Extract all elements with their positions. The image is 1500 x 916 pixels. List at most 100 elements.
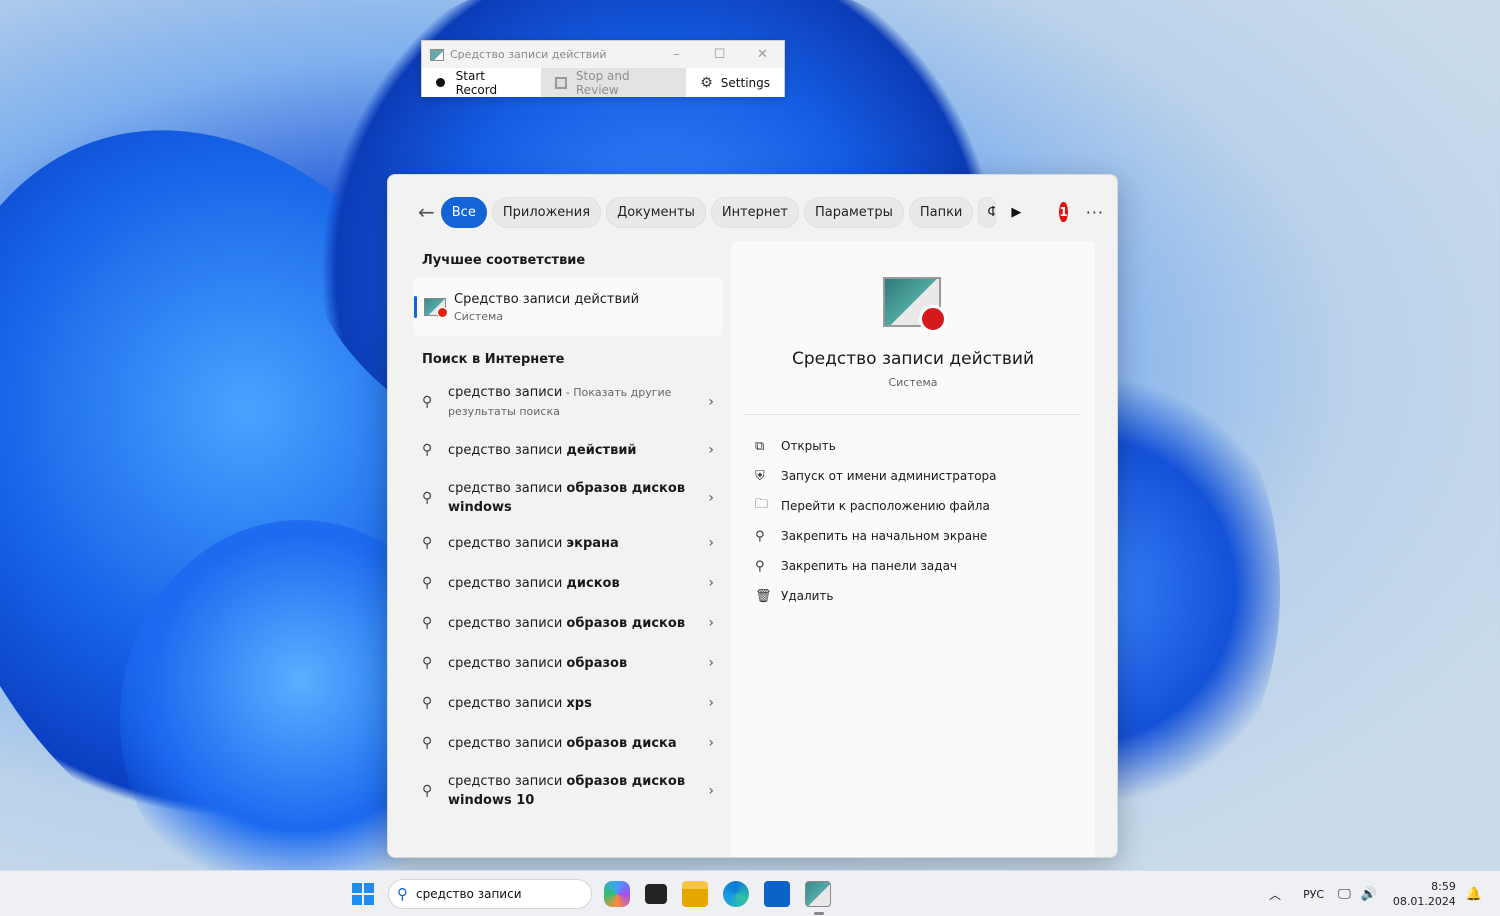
action-label: Открыть (781, 439, 836, 453)
filter-folders[interactable]: Папки (908, 196, 974, 228)
taskbar: ⚲ ︿ РУС 🖵 🔊 8:59 08.01.2024 🔔 (0, 870, 1500, 916)
search-icon: ⚲ (422, 783, 433, 799)
action-label: Закрепить на начальном экране (781, 529, 988, 543)
record-icon (436, 78, 445, 87)
chevron-right-icon: › (708, 735, 714, 751)
action-pin-start[interactable]: ⚲ Закрепить на начальном экране (755, 521, 997, 551)
minimize-button[interactable]: – (655, 47, 698, 62)
result-bold: образов дисков (566, 615, 686, 631)
filter-all[interactable]: Все (440, 196, 487, 228)
steps-recorder-taskbar-icon[interactable] (805, 881, 831, 915)
stop-review-button[interactable]: Stop and Review (541, 68, 687, 97)
action-run-as-admin[interactable]: ⛨ Запуск от имени администратора (755, 461, 997, 491)
stop-review-label: Stop and Review (575, 68, 630, 97)
result-prefix: средство записи (448, 774, 567, 789)
list-item[interactable]: ⚲ средство записи образов дисков windows… (414, 763, 722, 819)
trash-icon: 🗑 (755, 588, 772, 604)
list-item[interactable]: ⚲ средство записи дисков › (414, 563, 722, 603)
filter-settings[interactable]: Параметры (803, 196, 904, 228)
pinned-apps (604, 881, 846, 915)
result-prefix: средство записи (448, 385, 563, 400)
action-open[interactable]: ⧉ Открыть (755, 431, 997, 461)
scroll-right-icon[interactable]: ▶ (1011, 205, 1021, 220)
search-input[interactable] (416, 887, 566, 901)
list-item[interactable]: ⚲ средство записи xps › (414, 683, 722, 723)
file-explorer-icon[interactable] (682, 881, 708, 907)
start-button[interactable] (352, 883, 374, 905)
filter-documents[interactable]: Документы (606, 196, 706, 228)
recorder-app-icon (430, 48, 444, 61)
action-label: Перейти к расположению файла (781, 499, 990, 513)
network-icon[interactable]: 🖵 (1338, 887, 1351, 902)
filter-bar: ← Все Приложения Документы Интернет Пара… (418, 196, 1103, 228)
search-icon: ⚲ (397, 885, 408, 903)
maximize-button[interactable]: ☐ (698, 47, 741, 62)
store-icon[interactable] (764, 881, 790, 907)
copilot-icon[interactable] (604, 881, 630, 907)
result-prefix: средство записи (448, 481, 567, 496)
clock[interactable]: 8:59 08.01.2024 (1393, 879, 1456, 909)
notification-bell-icon[interactable]: 🔔 (1466, 887, 1482, 902)
taskbar-search[interactable]: ⚲ (388, 879, 592, 909)
edge-icon[interactable] (723, 881, 749, 907)
chevron-right-icon: › (708, 783, 714, 799)
settings-button[interactable]: ⚙ Settings (686, 68, 784, 97)
shield-icon: ⛨ (755, 468, 765, 484)
list-item[interactable]: ⚲ средство записи образов диска › (414, 723, 722, 763)
back-arrow-icon[interactable]: ← (418, 200, 435, 224)
close-button[interactable]: ✕ (741, 47, 784, 62)
chevron-right-icon: › (708, 490, 714, 506)
result-prefix: средство записи (448, 695, 567, 711)
recorder-titlebar[interactable]: Средство записи действий – ☐ ✕ (422, 41, 784, 68)
list-item[interactable]: ⚲ средство записи экрана › (414, 523, 722, 563)
terminal-icon[interactable] (645, 884, 667, 904)
search-icon: ⚲ (422, 655, 433, 671)
windows-logo-tile (352, 883, 362, 893)
result-prefix: средство записи (448, 735, 567, 751)
language-indicator[interactable]: РУС (1303, 888, 1324, 901)
chevron-right-icon: › (708, 535, 714, 551)
date: 08.01.2024 (1392, 895, 1456, 908)
result-bold: образов (566, 655, 628, 671)
list-item[interactable]: ⚲ средство записи образов дисков windows… (414, 473, 722, 523)
result-prefix: средство записи (448, 442, 567, 458)
windows-logo-tile (364, 883, 374, 893)
start-record-label: Start Record (455, 68, 498, 97)
filter-apps[interactable]: Приложения (491, 196, 602, 228)
search-panel: ← Все Приложения Документы Интернет Пара… (387, 174, 1118, 858)
open-icon: ⧉ (755, 438, 765, 454)
chevron-right-icon: › (708, 695, 714, 711)
web-search-heading: Поиск в Интернете (422, 352, 565, 367)
list-item[interactable]: ⚲ средство записи образов дисков › (414, 603, 722, 643)
result-bold: дисков (566, 575, 620, 591)
search-icon: ⚲ (422, 575, 433, 591)
action-uninstall[interactable]: 🗑 Удалить (755, 581, 997, 611)
list-item[interactable]: ⚲ средство записи действий › (414, 427, 722, 473)
filter-web[interactable]: Интернет (710, 196, 799, 228)
action-label: Удалить (781, 589, 834, 603)
filter-more-cut[interactable]: Ф (978, 196, 997, 228)
steps-recorder-large-icon (883, 277, 947, 333)
search-icon: ⚲ (422, 695, 433, 711)
best-match-item[interactable]: Средство записи действий Система (414, 278, 722, 336)
system-tray: ︿ РУС 🖵 🔊 8:59 08.01.2024 🔔 (1269, 871, 1482, 916)
action-open-file-location[interactable]: 🗀 Перейти к расположению файла (755, 491, 997, 521)
list-item[interactable]: ⚲ средство записи образов › (414, 643, 722, 683)
chevron-right-icon: › (708, 575, 714, 591)
time: 8:59 (1431, 880, 1456, 893)
list-item[interactable]: ⚲ средство записи - Показать другие резу… (414, 377, 722, 427)
more-options-icon[interactable]: ··· (1086, 203, 1104, 222)
folder-icon: 🗀 (755, 497, 769, 512)
chevron-up-icon[interactable]: ︿ (1269, 886, 1281, 903)
pin-icon: ⚲ (755, 528, 765, 544)
result-prefix: средство записи (448, 535, 567, 551)
action-pin-taskbar[interactable]: ⚲ Закрепить на панели задач (755, 551, 997, 581)
result-prefix: средство записи (448, 655, 567, 671)
volume-icon[interactable]: 🔊 (1361, 887, 1377, 902)
notification-badge[interactable]: 1 (1059, 202, 1068, 222)
start-record-button[interactable]: Start Record (422, 68, 541, 97)
detail-pane: Средство записи действий Система ⧉ Откры… (731, 241, 1095, 857)
result-bold: xps (566, 695, 592, 711)
actions-list: ⧉ Открыть ⛨ Запуск от имени администрато… (755, 431, 997, 611)
results-list: Лучшее соответствие Средство записи дейс… (414, 243, 722, 819)
